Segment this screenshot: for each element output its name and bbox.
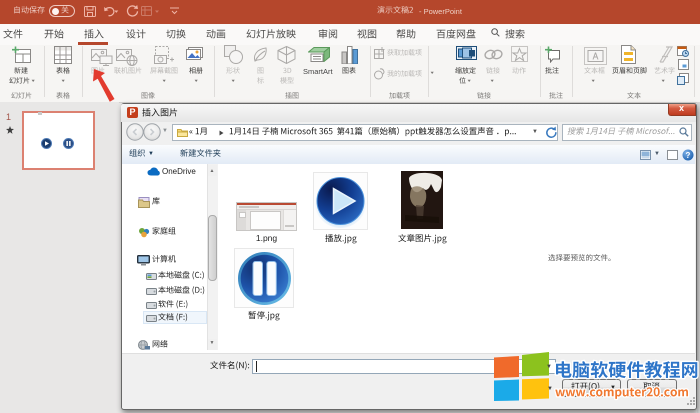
svg-text:?: ?	[686, 151, 691, 160]
